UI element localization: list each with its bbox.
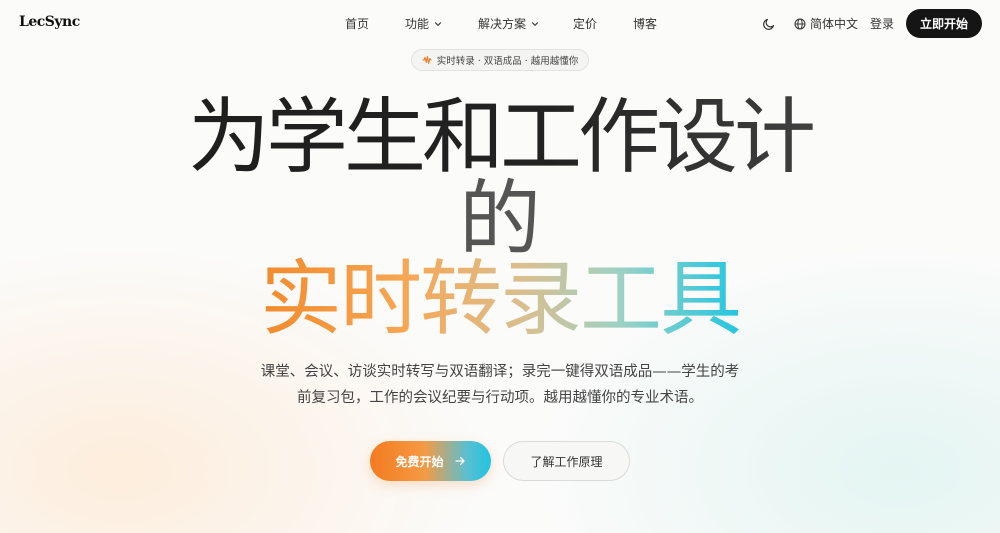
how-it-works-button[interactable]: 了解工作原理 <box>503 441 630 481</box>
nav-link-label: 首页 <box>345 17 370 31</box>
nav-link-features[interactable]: 功能 <box>405 15 443 32</box>
nav-link-label: 博客 <box>633 17 658 31</box>
start-free-button[interactable]: 免费开始 <box>370 441 491 481</box>
hero-subtitle-line1: 课堂、会议、访谈实时转写与双语翻译；录完一键得双语成品——学生的考 <box>260 364 740 380</box>
nav-link-solutions[interactable]: 解决方案 <box>478 15 540 32</box>
nav-link-label: 功能 <box>405 17 430 31</box>
login-link[interactable]: 登录 <box>870 15 894 32</box>
nav-link-home[interactable]: 首页 <box>345 15 369 32</box>
chevron-down-icon <box>434 21 442 26</box>
top-nav: LecSync 首页 功能 解决方案 定价 博客 简体中文 登录 立即开始 <box>0 0 1000 46</box>
nav-link-pricing[interactable]: 定价 <box>573 15 597 32</box>
nav-link-blog[interactable]: 博客 <box>633 15 657 32</box>
globe-icon <box>794 18 806 29</box>
start-free-label: 免费开始 <box>395 454 444 469</box>
badge-text: 实时转录 · 双语成品 · 越用越懂你 <box>436 56 579 67</box>
hero-title-line3: 实时转录工具 <box>0 250 1000 350</box>
waveform-icon <box>422 55 432 65</box>
language-selector[interactable]: 简体中文 <box>794 15 858 32</box>
arrow-right-icon <box>454 456 465 466</box>
get-started-button[interactable]: 立即开始 <box>906 9 982 38</box>
nav-link-label: 定价 <box>573 17 598 31</box>
hero-subtitle-line2: 前复习包，工作的会议纪要与行动项。越用越懂你的专业术语。 <box>297 390 703 406</box>
hero-title-highlight: 实时转录工具 <box>259 252 742 347</box>
feature-badge: 实时转录 · 双语成品 · 越用越懂你 <box>411 49 589 71</box>
language-label: 简体中文 <box>809 17 858 31</box>
moon-icon[interactable] <box>762 17 776 31</box>
nav-link-label: 解决方案 <box>478 17 527 31</box>
chevron-down-icon <box>531 21 539 26</box>
nav-actions: 简体中文 登录 立即开始 <box>762 9 982 38</box>
